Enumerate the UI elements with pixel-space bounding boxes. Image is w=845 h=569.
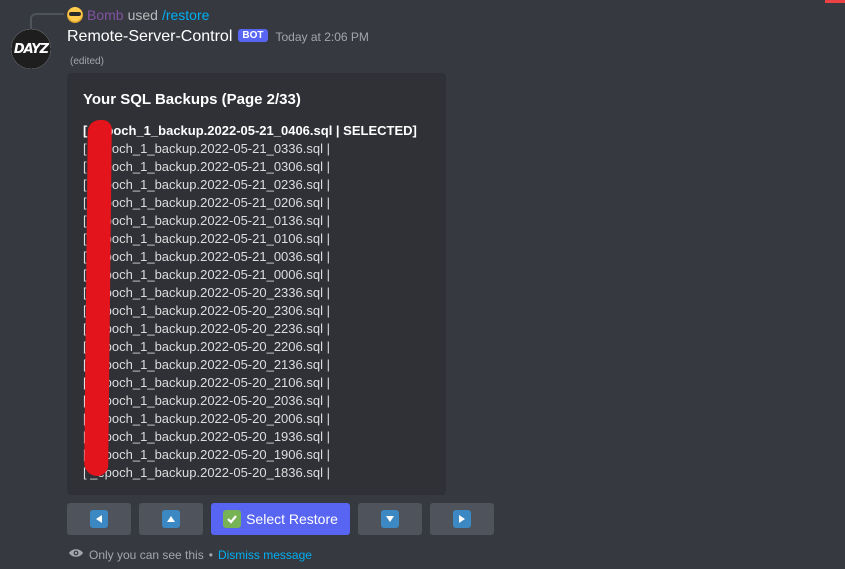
backup-list-item: [ _epoch_1_backup.2022-05-21_0106.sql | [83,231,330,246]
embed-title: Your SQL Backups (Page 2/33) [83,91,301,108]
previous-page-button[interactable] [67,503,131,535]
bot-badge: BOT [238,29,268,42]
only-you-text: Only you can see this [89,547,204,562]
window-corner-indicator [825,0,845,3]
reply-username[interactable]: Bomb [87,7,124,23]
ephemeral-notice: Only you can see this • Dismiss message [68,547,312,562]
footer-separator: • [208,547,213,562]
move-up-button[interactable] [139,503,203,535]
backup-list-item: [ _epoch_1_backup.2022-05-20_2006.sql | [83,411,330,426]
down-arrow-icon [381,510,399,528]
edited-indicator: (edited) [70,56,104,67]
redaction-mark [84,119,112,477]
select-restore-label: Select Restore [246,511,338,527]
move-down-button[interactable] [358,503,422,535]
backup-list-item: [ _epoch_1_backup.2022-05-20_2336.sql | [83,285,330,300]
backup-list-item: [ _epoch_1_backup.2022-05-20_2106.sql | [83,375,330,390]
command-reply-context[interactable]: Bomb used /restore [67,6,209,24]
dismiss-message-link[interactable]: Dismiss message [218,548,312,562]
reply-user-avatar[interactable] [67,7,83,23]
eye-icon [68,547,84,562]
bot-avatar[interactable]: DAYZ [11,29,51,69]
bot-avatar-logo: DAYZ [11,29,51,69]
backup-list: [ _epoch_1_backup.2022-05-21_0406.sql | … [83,122,430,482]
up-arrow-icon [162,510,180,528]
backup-embed: Your SQL Backups (Page 2/33) [ _epoch_1_… [67,73,446,495]
message-author[interactable]: Remote-Server-Control [67,28,232,46]
backup-list-item: [ _epoch_1_backup.2022-05-20_2306.sql | [83,303,330,318]
discord-channel-view: Bomb used /restore DAYZ Remote-Server-Co… [0,0,845,569]
backup-list-item: [ _epoch_1_backup.2022-05-20_1836.sql | [83,465,330,480]
backup-list-item: [ _epoch_1_backup.2022-05-20_1936.sql | [83,429,330,444]
left-arrow-icon [90,510,108,528]
backup-list-item: [ _epoch_1_backup.2022-05-21_0406.sql | … [83,123,417,138]
backup-list-item: [ _epoch_1_backup.2022-05-21_0036.sql | [83,249,330,264]
right-arrow-icon [453,510,471,528]
reply-used-text: used [127,7,158,23]
backup-list-item: [ _epoch_1_backup.2022-05-20_2206.sql | [83,339,330,354]
action-row: Select Restore [67,503,494,535]
backup-list-item: [ _epoch_1_backup.2022-05-21_0236.sql | [83,177,330,192]
backup-list-item: [ _epoch_1_backup.2022-05-21_0306.sql | [83,159,330,174]
backup-list-item: [ _epoch_1_backup.2022-05-20_2236.sql | [83,321,330,336]
next-page-button[interactable] [430,503,494,535]
message-header: Remote-Server-Control BOT Today at 2:06 … [67,28,369,46]
backup-list-item: [ _epoch_1_backup.2022-05-20_1906.sql | [83,447,330,462]
backup-list-item: [ _epoch_1_backup.2022-05-20_2036.sql | [83,393,330,408]
reply-connector [30,13,64,29]
check-mark-icon [223,510,242,528]
select-restore-button[interactable]: Select Restore [211,503,350,535]
backup-list-item: [ _epoch_1_backup.2022-05-21_0136.sql | [83,213,330,228]
backup-list-item: [ _epoch_1_backup.2022-05-21_0006.sql | [83,267,330,282]
backup-list-item: [ _epoch_1_backup.2022-05-21_0336.sql | [83,141,330,156]
backup-list-item: [ _epoch_1_backup.2022-05-21_0206.sql | [83,195,330,210]
reply-command[interactable]: /restore [162,7,209,23]
backup-list-item: [ _epoch_1_backup.2022-05-20_2136.sql | [83,357,330,372]
message-timestamp[interactable]: Today at 2:06 PM [276,30,369,44]
